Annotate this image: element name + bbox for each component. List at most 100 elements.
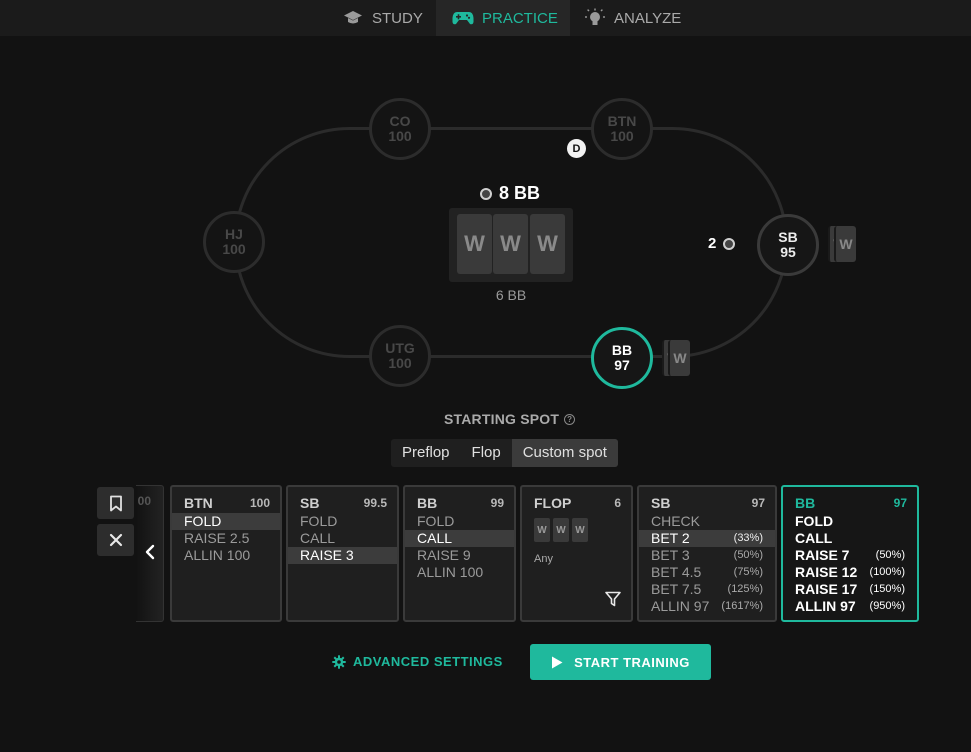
action-raise[interactable]: RAISE 9 (405, 547, 514, 564)
top-navigation: STUDY PRACTICE ANALYZE (0, 0, 971, 36)
seat-sb[interactable]: SB 95 (757, 214, 819, 276)
seat-utg[interactable]: UTG 100 (369, 325, 431, 387)
seat-position: BTN (607, 113, 637, 129)
action-raise[interactable]: RAISE 17 (150%) (783, 581, 917, 598)
action-fold[interactable]: FOLD (405, 513, 514, 530)
action-label: CHECK (651, 513, 701, 529)
action-percent: (150%) (869, 583, 905, 595)
sb-hole-cards: W W (828, 226, 858, 264)
tab-practice-label: PRACTICE (482, 9, 558, 27)
action-card-sb-flop[interactable]: SB 97 CHECK BET 2 (33%) BET 3 (50%) BET 4.… (637, 485, 777, 622)
bookmark-button[interactable] (97, 487, 134, 519)
scroll-left-button[interactable] (141, 536, 159, 568)
seat-bb-hero[interactable]: BB 97 (591, 327, 653, 389)
starting-spot-selector: Preflop Flop Custom spot (391, 439, 618, 467)
card-stack: 100 (249, 496, 270, 510)
card-stack: 00 (137, 494, 151, 508)
option-flop[interactable]: Flop (461, 439, 512, 467)
card-header: BB 99 (417, 495, 504, 511)
action-call[interactable]: CALL (288, 530, 397, 547)
clear-button[interactable] (97, 524, 134, 556)
action-label: ALLIN 100 (417, 564, 484, 580)
tab-practice[interactable]: PRACTICE (436, 0, 570, 36)
action-label: BET 7.5 (651, 581, 702, 597)
seat-position: BB (611, 342, 633, 358)
action-label: CALL (795, 530, 833, 546)
action-allin[interactable]: ALLIN 100 (405, 564, 514, 581)
action-bet[interactable]: BET 2 (33%) (639, 530, 775, 547)
card-header: FLOP 6 (534, 495, 621, 511)
action-bet[interactable]: BET 4.5 (75%) (639, 564, 775, 581)
advanced-settings-button[interactable]: ADVANCED SETTINGS (332, 654, 503, 669)
action-label: ALLIN 97 (651, 598, 710, 614)
card-header: BTN 100 (184, 495, 270, 511)
play-icon (552, 656, 563, 668)
card-position: SB (651, 495, 671, 511)
action-percent: (50%) (733, 549, 763, 561)
action-card-flop[interactable]: FLOP 6 W W W Any (520, 485, 633, 622)
board-card: W (457, 214, 492, 274)
action-raise[interactable]: RAISE 3 (288, 547, 397, 564)
action-list: FOLD CALL RAISE 3 (288, 513, 397, 564)
action-label: RAISE 17 (795, 581, 858, 597)
seat-position: CO (389, 113, 411, 129)
action-call[interactable]: CALL (783, 530, 917, 547)
action-raise[interactable]: RAISE 2.5 (172, 530, 280, 547)
board-card: W (530, 214, 565, 274)
action-fold[interactable]: FOLD (288, 513, 397, 530)
action-bet[interactable]: BET 7.5 (125%) (639, 581, 775, 598)
action-fold[interactable]: FOLD (783, 513, 917, 530)
flop-card: W (572, 518, 588, 542)
action-label: CALL (417, 530, 453, 546)
action-label: CALL (300, 530, 336, 546)
action-raise[interactable]: RAISE 12 (100%) (783, 564, 917, 581)
card-stack: 99 (490, 496, 504, 510)
seat-stack: 95 (780, 244, 796, 260)
card-position: FLOP (534, 495, 572, 511)
action-fold[interactable]: FOLD (172, 513, 280, 530)
action-raise[interactable]: RAISE 7 (50%) (783, 547, 917, 564)
info-icon[interactable]: ? (564, 413, 576, 425)
option-custom-spot[interactable]: Custom spot (511, 439, 618, 467)
flop-filter-value: Any (534, 553, 553, 565)
action-label: BET 2 (651, 530, 690, 546)
card-position: BTN (184, 495, 213, 511)
tab-analyze[interactable]: ANALYZE (570, 0, 696, 36)
filter-icon[interactable] (604, 590, 622, 608)
bb-hole-cards: W W (662, 340, 692, 378)
seat-btn[interactable]: BTN 100 (591, 98, 653, 160)
action-check[interactable]: CHECK (639, 513, 775, 530)
gear-icon (332, 654, 346, 669)
action-card-bb-current[interactable]: BB 97 FOLD CALL RAISE 7 (50%) RAISE 12 (10… (781, 485, 919, 622)
action-allin[interactable]: ALLIN 100 (172, 547, 280, 564)
seat-position: HJ (225, 226, 243, 242)
board: W W W (449, 208, 573, 282)
action-card-bb[interactable]: BB 99 FOLD CALL RAISE 9 ALLIN 100 (403, 485, 516, 622)
flop-cards: W W W (534, 518, 588, 542)
action-allin[interactable]: ALLIN 97 (950%) (783, 598, 917, 615)
action-label: FOLD (417, 513, 455, 529)
action-call[interactable]: CALL (405, 530, 514, 547)
sb-bet: 2 (708, 235, 736, 252)
tab-study[interactable]: STUDY (330, 0, 436, 36)
pot-subtotal: 6 BB (495, 287, 527, 303)
action-allin[interactable]: ALLIN 97 (1617%) (639, 598, 775, 615)
seat-co[interactable]: CO 100 (369, 98, 431, 160)
option-preflop[interactable]: Preflop (391, 439, 461, 467)
hole-card: W (834, 226, 856, 262)
start-training-button[interactable]: START TRAINING (530, 644, 711, 680)
action-list: CHECK BET 2 (33%) BET 3 (50%) BET 4.5 (75%)… (639, 513, 775, 615)
action-list: FOLD CALL RAISE 7 (50%) RAISE 12 (100%) RA… (783, 513, 917, 615)
seat-hj[interactable]: HJ 100 (203, 211, 265, 273)
seat-stack: 97 (614, 357, 630, 373)
seat-stack: 100 (610, 128, 634, 144)
action-bet[interactable]: BET 3 (50%) (639, 547, 775, 564)
chip-icon (723, 237, 736, 250)
action-label: BET 3 (651, 547, 690, 563)
starting-spot-title: STARTING SPOT ? (444, 411, 576, 427)
action-label: RAISE 9 (417, 547, 471, 563)
action-card-sb[interactable]: SB 99.5 FOLD CALL RAISE 3 (286, 485, 399, 622)
action-card-btn[interactable]: BTN 100 FOLD RAISE 2.5 ALLIN 100 (170, 485, 282, 622)
tab-analyze-label: ANALYZE (614, 9, 682, 27)
action-label: FOLD (184, 513, 222, 529)
